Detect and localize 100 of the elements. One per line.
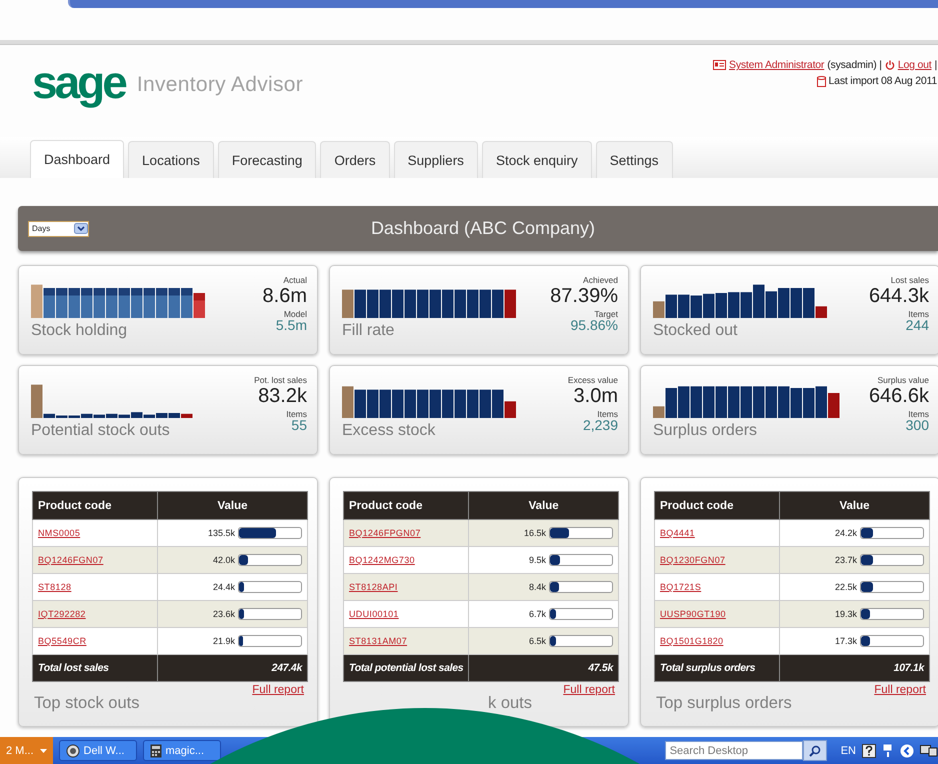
stat-value: 646.6k: [868, 386, 929, 406]
logout-link[interactable]: Log out: [898, 59, 932, 71]
last-import: Last import 08 Aug 2011: [828, 75, 937, 87]
card-title: Surplus orders: [653, 422, 758, 440]
value-text: 9.5k: [528, 555, 546, 565]
tab[interactable]: Locations: [128, 141, 214, 178]
value-text: 22.5k: [834, 582, 857, 592]
total-label: Total potential lost sales: [344, 654, 469, 682]
value-text: 23.6k: [212, 609, 235, 619]
tab[interactable]: Orders: [320, 141, 390, 178]
value-text: 21.9k: [212, 636, 235, 646]
stat-value: 5.5m: [276, 318, 307, 332]
card-title: Stock holding: [31, 322, 128, 340]
tab[interactable]: Stock enquiry: [482, 141, 592, 178]
product-link[interactable]: ST8128: [38, 582, 72, 592]
table-title: k outs: [488, 694, 532, 713]
stat-value: 83.2k: [258, 386, 307, 406]
column-header: Product code: [344, 492, 469, 520]
product-link[interactable]: BQ1721S: [660, 582, 702, 592]
column-header: Value: [468, 492, 618, 520]
value-text: 42.0k: [212, 555, 235, 565]
stat-value: 55: [291, 418, 307, 432]
product-link[interactable]: IQT292282: [38, 609, 86, 619]
tab[interactable]: Dashboard: [30, 140, 124, 178]
product-link[interactable]: ST8131AM07: [349, 636, 408, 646]
taskbar-button[interactable]: magic...: [142, 740, 221, 761]
column-header: Product code: [654, 492, 780, 520]
stat-label: Model: [284, 310, 307, 318]
stat-value: 87.39%: [550, 286, 618, 306]
value-text: 17.3k: [834, 636, 857, 646]
product-link[interactable]: UUSP90GT190: [660, 609, 726, 619]
tab[interactable]: Forecasting: [218, 141, 316, 178]
value-text: 19.3k: [834, 609, 857, 619]
total-label: Total surplus orders: [654, 654, 780, 682]
total-value: 107.1k: [780, 654, 930, 682]
value-text: 6.5k: [528, 636, 546, 646]
monitor-icon[interactable]: [920, 744, 938, 758]
tab[interactable]: Settings: [596, 141, 673, 178]
language-indicator[interactable]: EN: [840, 744, 856, 756]
stat-value: 644.3k: [868, 286, 929, 306]
stat-value: 2,239: [582, 418, 618, 432]
stat-label: Target: [594, 310, 618, 318]
stat-label: Pot. lost sales: [254, 376, 307, 384]
card-title: Potential stock outs: [31, 422, 170, 440]
logo: sage: [32, 55, 125, 109]
tab[interactable]: Suppliers: [394, 141, 478, 178]
product-link[interactable]: BQ1501G1820: [660, 636, 724, 646]
period-select[interactable]: Days: [28, 220, 89, 236]
total-value: 247.4k: [158, 654, 308, 682]
full-report-link[interactable]: Full report: [252, 684, 304, 696]
search-icon: [808, 744, 821, 756]
search-field[interactable]: Search Desktop: [664, 741, 803, 760]
disc-icon: [66, 744, 80, 758]
product-link[interactable]: BQ5549CR: [38, 636, 86, 646]
stat-label: Items: [908, 310, 929, 318]
card-title: Excess stock: [342, 422, 436, 440]
total-label: Total lost sales: [32, 654, 158, 682]
stat-value: 8.6m: [262, 286, 307, 306]
card-title: Fill rate: [342, 322, 394, 340]
database-icon: [816, 76, 826, 86]
full-report-link[interactable]: Full report: [563, 684, 615, 696]
user-link[interactable]: System Administrator: [729, 59, 824, 71]
stat-label: Items: [908, 410, 929, 418]
help-icon[interactable]: [862, 744, 876, 758]
full-report-link[interactable]: Full report: [874, 684, 926, 696]
start-button[interactable]: 2 M...: [0, 737, 53, 764]
user-id: (sysadmin) |: [827, 59, 882, 71]
power-icon: [884, 60, 895, 70]
stat-label: Surplus value: [877, 376, 929, 384]
stat-label: Lost sales: [890, 276, 929, 284]
value-text: 6.7k: [528, 609, 546, 619]
stat-label: Excess value: [568, 376, 618, 384]
stat-value: 300: [906, 418, 929, 432]
column-header: Value: [158, 492, 308, 520]
table-title: Top stock outs: [34, 694, 140, 713]
taskbar-button[interactable]: Dell W...: [58, 740, 137, 761]
product-link[interactable]: BQ1242MG730: [349, 555, 415, 565]
product-link[interactable]: NMS0005: [38, 528, 80, 538]
value-text: 16.5k: [524, 528, 546, 538]
value-text: 8.4k: [528, 582, 546, 592]
value-text: 24.2k: [834, 528, 857, 538]
product-link[interactable]: ST8128API: [349, 582, 398, 592]
calculator-icon: [150, 744, 162, 758]
stat-label: Items: [597, 410, 618, 418]
product-link[interactable]: BQ1230FGN07: [660, 555, 726, 565]
dashboard-title: Dashboard (ABC Company): [370, 218, 596, 239]
value-text: 135.5k: [208, 528, 235, 538]
user-card-icon: [713, 60, 726, 70]
stat-value: 3.0m: [574, 386, 618, 406]
column-header: Value: [780, 492, 930, 520]
dropdown-icon: [74, 223, 88, 234]
search-button[interactable]: [802, 740, 827, 761]
product-link[interactable]: BQ4441: [660, 528, 695, 538]
stat-label: Items: [286, 410, 307, 418]
card-title: Stocked out: [653, 322, 738, 340]
total-value: 47.5k: [468, 654, 618, 682]
product-link[interactable]: BQ1246FGN07: [38, 555, 104, 565]
stat-label: Achieved: [583, 276, 618, 284]
stat-value: 244: [906, 318, 929, 332]
product-link[interactable]: UDUI00101: [349, 609, 399, 619]
